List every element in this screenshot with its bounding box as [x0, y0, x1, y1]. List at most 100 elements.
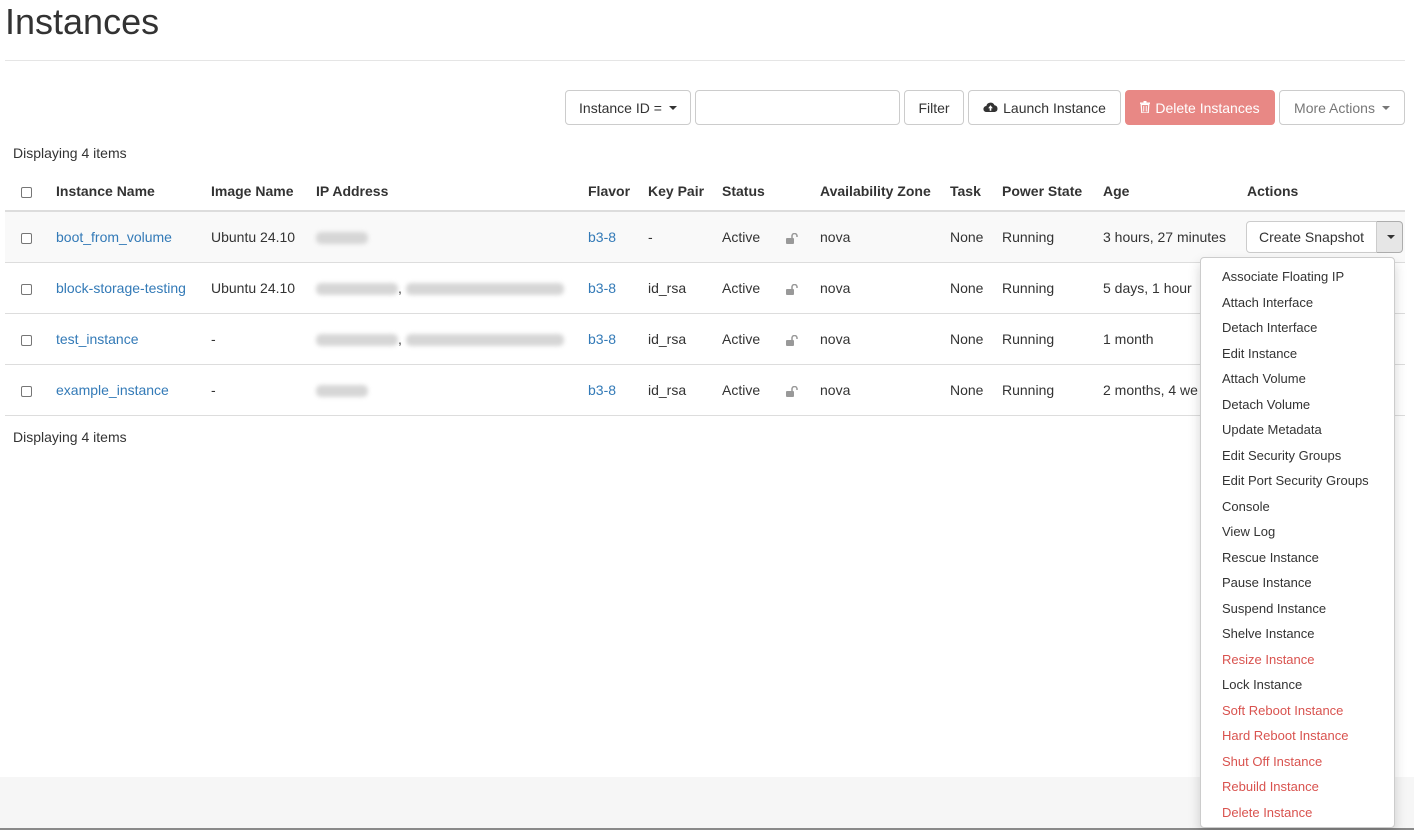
- select-all-checkbox[interactable]: [21, 186, 32, 198]
- menu-item-hard-reboot-instance[interactable]: Hard Reboot Instance: [1201, 723, 1394, 749]
- col-image-name[interactable]: Image Name: [211, 172, 316, 212]
- redacted-ip: [316, 232, 368, 245]
- instance-name-link[interactable]: example_instance: [56, 382, 169, 398]
- menu-item-lock-instance[interactable]: Lock Instance: [1201, 672, 1394, 698]
- image-name: Ubuntu 24.10: [211, 262, 316, 314]
- filter-button-label: Filter: [918, 99, 950, 116]
- flavor-link[interactable]: b3-8: [588, 229, 616, 245]
- image-name: -: [211, 313, 316, 365]
- table-header-row: Instance Name Image Name IP Address Flav…: [5, 172, 1405, 212]
- item-count-top: Displaying 4 items: [13, 145, 127, 161]
- more-actions-label: More Actions: [1294, 99, 1375, 116]
- task: None: [950, 262, 1002, 314]
- menu-item-resize-instance[interactable]: Resize Instance: [1201, 647, 1394, 673]
- availability-zone: nova: [820, 313, 950, 365]
- col-ip-address[interactable]: IP Address: [316, 172, 588, 212]
- col-availability-zone[interactable]: Availability Zone: [820, 172, 950, 212]
- launch-instance-button[interactable]: Launch Instance: [968, 90, 1121, 125]
- row-checkbox[interactable]: [21, 334, 32, 346]
- power-state: Running: [1002, 262, 1103, 314]
- row-checkbox[interactable]: [21, 283, 32, 295]
- menu-item-shelve-instance[interactable]: Shelve Instance: [1201, 621, 1394, 647]
- instance-name-link[interactable]: test_instance: [56, 331, 139, 347]
- power-state: Running: [1002, 364, 1103, 416]
- menu-item-associate-floating-ip[interactable]: Associate Floating IP: [1201, 264, 1394, 290]
- unlocked-padlock-icon: [786, 334, 798, 346]
- col-flavor[interactable]: Flavor: [588, 172, 648, 212]
- status: Active: [722, 211, 786, 263]
- key-pair: id_rsa: [648, 262, 722, 314]
- key-pair: -: [648, 211, 722, 263]
- menu-item-pause-instance[interactable]: Pause Instance: [1201, 570, 1394, 596]
- status: Active: [722, 313, 786, 365]
- item-count-bottom: Displaying 4 items: [13, 429, 127, 445]
- flavor-link[interactable]: b3-8: [588, 331, 616, 347]
- task: None: [950, 313, 1002, 365]
- row-action-split-button: Create Snapshot: [1246, 221, 1404, 253]
- ip-separator: ,: [398, 280, 402, 296]
- redacted-ip: [316, 283, 398, 296]
- ip-address-cell: [316, 211, 588, 263]
- create-snapshot-button[interactable]: Create Snapshot: [1246, 221, 1378, 253]
- redacted-ip: [316, 385, 368, 398]
- menu-item-rescue-instance[interactable]: Rescue Instance: [1201, 545, 1394, 571]
- col-key-pair[interactable]: Key Pair: [648, 172, 722, 212]
- menu-item-suspend-instance[interactable]: Suspend Instance: [1201, 596, 1394, 622]
- filter-field-label: Instance ID =: [579, 99, 662, 116]
- col-power-state[interactable]: Power State: [1002, 172, 1103, 212]
- task: None: [950, 211, 1002, 263]
- more-actions-button[interactable]: More Actions: [1279, 90, 1405, 125]
- unlocked-padlock-icon: [786, 385, 798, 397]
- instance-name-link[interactable]: block-storage-testing: [56, 280, 186, 296]
- menu-item-console[interactable]: Console: [1201, 494, 1394, 520]
- col-age[interactable]: Age: [1103, 172, 1247, 212]
- caret-down-icon: [668, 105, 677, 110]
- row-checkbox[interactable]: [21, 232, 32, 244]
- menu-item-edit-security-groups[interactable]: Edit Security Groups: [1201, 443, 1394, 469]
- filter-field-dropdown[interactable]: Instance ID =: [565, 90, 691, 125]
- availability-zone: nova: [820, 364, 950, 416]
- instances-table: Instance Name Image Name IP Address Flav…: [5, 172, 1405, 416]
- image-name: Ubuntu 24.10: [211, 211, 316, 263]
- flavor-link[interactable]: b3-8: [588, 382, 616, 398]
- menu-item-rebuild-instance[interactable]: Rebuild Instance: [1201, 774, 1394, 800]
- age: 3 hours, 27 minutes: [1103, 211, 1247, 263]
- menu-item-attach-interface[interactable]: Attach Interface: [1201, 290, 1394, 316]
- table-row: test_instance - , b3-8 id_rsa Active nov…: [5, 313, 1405, 365]
- instance-name-link[interactable]: boot_from_volume: [56, 229, 172, 245]
- menu-item-edit-instance[interactable]: Edit Instance: [1201, 341, 1394, 367]
- menu-item-soft-reboot-instance[interactable]: Soft Reboot Instance: [1201, 698, 1394, 724]
- caret-down-icon: [1386, 235, 1395, 239]
- row-actions-dropdown-toggle[interactable]: [1377, 221, 1404, 253]
- table-row: boot_from_volume Ubuntu 24.10 b3-8 - Act…: [5, 211, 1405, 263]
- redacted-ip: [316, 334, 398, 347]
- menu-item-shut-off-instance[interactable]: Shut Off Instance: [1201, 749, 1394, 775]
- menu-item-view-log[interactable]: View Log: [1201, 519, 1394, 545]
- table-row: block-storage-testing Ubuntu 24.10 , b3-…: [5, 262, 1405, 314]
- flavor-link[interactable]: b3-8: [588, 280, 616, 296]
- col-instance-name[interactable]: Instance Name: [56, 172, 211, 212]
- menu-item-attach-volume[interactable]: Attach Volume: [1201, 366, 1394, 392]
- menu-item-edit-port-security-groups[interactable]: Edit Port Security Groups: [1201, 468, 1394, 494]
- power-state: Running: [1002, 313, 1103, 365]
- menu-item-update-metadata[interactable]: Update Metadata: [1201, 417, 1394, 443]
- menu-item-delete-instance[interactable]: Delete Instance: [1201, 800, 1394, 826]
- delete-instances-label: Delete Instances: [1155, 99, 1260, 116]
- filter-button[interactable]: Filter: [904, 90, 964, 125]
- launch-instance-label: Launch Instance: [1003, 99, 1106, 116]
- menu-item-detach-interface[interactable]: Detach Interface: [1201, 315, 1394, 341]
- ip-address-cell: ,: [316, 313, 588, 365]
- power-state: Running: [1002, 211, 1103, 263]
- col-status[interactable]: Status: [722, 172, 786, 212]
- filter-input[interactable]: [695, 90, 900, 125]
- trash-icon: [1140, 100, 1151, 116]
- status: Active: [722, 364, 786, 416]
- row-checkbox[interactable]: [21, 385, 32, 397]
- unlocked-padlock-icon: [786, 283, 798, 295]
- menu-item-detach-volume[interactable]: Detach Volume: [1201, 392, 1394, 418]
- delete-instances-button[interactable]: Delete Instances: [1125, 90, 1275, 125]
- col-task[interactable]: Task: [950, 172, 1002, 212]
- key-pair: id_rsa: [648, 313, 722, 365]
- redacted-ip: [405, 283, 564, 296]
- ip-address-cell: ,: [316, 262, 588, 314]
